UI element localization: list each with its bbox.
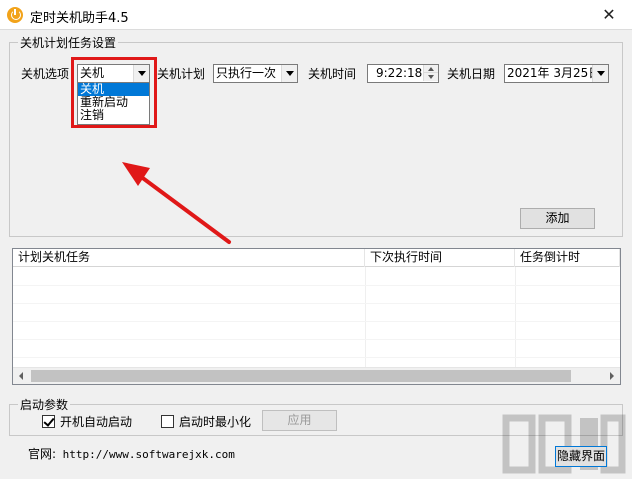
scrollbar-thumb[interactable]: [31, 370, 571, 382]
column-header-countdown[interactable]: 任务倒计时: [515, 249, 620, 267]
shutdown-time-label: 关机时间: [308, 67, 357, 81]
startup-params-group-label: 启动参数: [18, 398, 71, 412]
spin-down-icon[interactable]: [423, 73, 438, 81]
shutdown-option-label: 关机选项: [21, 67, 70, 81]
close-icon[interactable]: ✕: [586, 0, 632, 30]
shutdown-plan-label: 关机计划: [157, 67, 206, 81]
horizontal-scrollbar[interactable]: [13, 367, 620, 384]
row-divider: [13, 285, 620, 286]
shutdown-date-label: 关机日期: [447, 67, 496, 81]
minimize-checkbox[interactable]: [161, 415, 174, 428]
row-divider: [13, 303, 620, 304]
dropdown-arrow-icon[interactable]: [281, 65, 297, 82]
website-info: 官网: http://www.softwarejxk.com: [28, 445, 235, 462]
autostart-checkbox[interactable]: [42, 415, 55, 428]
column-header-next-run[interactable]: 下次执行时间: [365, 249, 515, 267]
shutdown-date-picker[interactable]: 2021年 3月25日: [504, 64, 609, 83]
task-settings-group-label: 关机计划任务设置: [18, 36, 119, 50]
row-divider: [13, 321, 620, 322]
column-divider: [515, 267, 516, 367]
shutdown-date-value: 2021年 3月25日: [507, 66, 601, 80]
task-table-header: 计划关机任务 下次执行时间 任务倒计时: [13, 249, 620, 267]
website-label: 官网:: [28, 447, 57, 461]
scroll-right-icon[interactable]: [603, 368, 620, 384]
minimize-label[interactable]: 启动时最小化: [179, 415, 251, 429]
title-bar: 定时关机助手4.5 ✕: [0, 0, 632, 30]
shutdown-time-value: 9:22:18: [376, 66, 423, 80]
window-title: 定时关机助手4.5: [30, 11, 129, 26]
apply-button[interactable]: 应用: [262, 410, 337, 431]
spin-up-icon[interactable]: [423, 65, 438, 73]
website-url[interactable]: http://www.softwarejxk.com: [63, 448, 235, 461]
column-header-task[interactable]: 计划关机任务: [13, 249, 365, 267]
power-icon: [7, 7, 23, 23]
dropdown-arrow-icon[interactable]: [592, 65, 608, 82]
autostart-label[interactable]: 开机自动启动: [60, 415, 132, 429]
shutdown-time-spinner[interactable]: 9:22:18: [367, 64, 439, 83]
column-divider: [365, 267, 366, 367]
annotation-highlight-box: [71, 57, 157, 128]
add-task-button[interactable]: 添加: [520, 208, 595, 229]
row-divider: [13, 339, 620, 340]
task-table[interactable]: 计划关机任务 下次执行时间 任务倒计时: [12, 248, 621, 385]
scroll-left-icon[interactable]: [13, 368, 30, 384]
shutdown-plan-combo[interactable]: 只执行一次: [213, 64, 298, 83]
row-divider: [13, 357, 620, 358]
shutdown-plan-value: 只执行一次: [216, 66, 277, 80]
hide-window-button[interactable]: 隐藏界面: [555, 446, 607, 467]
